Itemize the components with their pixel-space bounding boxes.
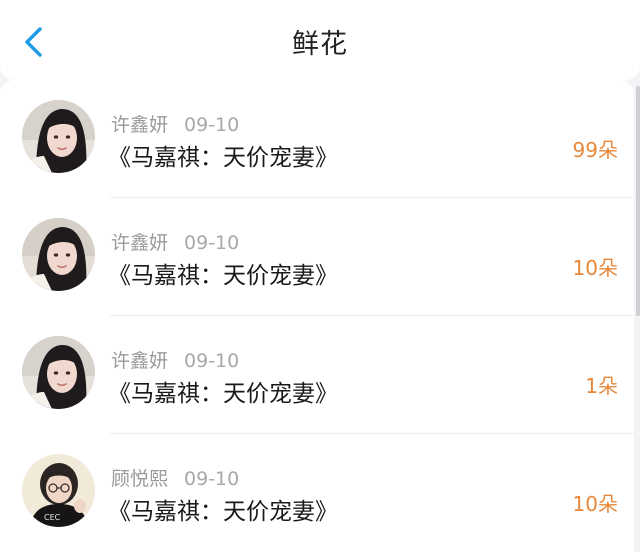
avatar[interactable] — [22, 218, 95, 291]
avatar[interactable]: CEC — [22, 454, 95, 527]
flower-count: 10朵 — [572, 256, 618, 280]
book-title: 《马嘉祺：天价宠妻》 — [108, 381, 338, 407]
list-item[interactable]: 许鑫妍 09-10 《马嘉祺：天价宠妻》 99朵 — [0, 80, 634, 198]
date: 09-10 — [184, 232, 240, 254]
page-title: 鲜花 — [292, 29, 348, 60]
scrollbar[interactable] — [636, 86, 640, 316]
flower-count: 1朵 — [585, 374, 618, 398]
date: 09-10 — [184, 468, 240, 490]
svg-text:CEC: CEC — [44, 513, 61, 522]
username: 许鑫妍 — [111, 232, 169, 254]
meta-line: 顾悦熙 09-10 — [111, 464, 239, 491]
avatar[interactable] — [22, 100, 95, 173]
flower-count: 99朵 — [572, 138, 618, 162]
list-item[interactable]: 许鑫妍 09-10 《马嘉祺：天价宠妻》 10朵 — [0, 198, 634, 316]
book-title: 《马嘉祺：天价宠妻》 — [108, 499, 338, 525]
meta-line: 许鑫妍 09-10 — [111, 228, 239, 255]
username: 许鑫妍 — [111, 114, 169, 136]
flower-count: 10朵 — [572, 492, 618, 516]
avatar[interactable] — [22, 336, 95, 409]
username: 顾悦熙 — [111, 468, 169, 490]
meta-line: 许鑫妍 09-10 — [111, 110, 239, 137]
list-item[interactable]: CEC 顾悦熙 09-10 《马嘉祺：天价宠妻》 10朵 — [0, 434, 634, 552]
book-title: 《马嘉祺：天价宠妻》 — [108, 145, 338, 171]
book-title: 《马嘉祺：天价宠妻》 — [108, 263, 338, 289]
date: 09-10 — [184, 350, 240, 372]
date: 09-10 — [184, 114, 240, 136]
flower-record-list: 许鑫妍 09-10 《马嘉祺：天价宠妻》 99朵 许鑫妍 09-10 《马嘉祺：… — [0, 80, 634, 552]
flowers-page: 鲜花 许鑫妍 09-10 《马嘉祺：天价宠妻》 99朵 许鑫妍 09-10 《马… — [0, 0, 640, 552]
top-bar: 鲜花 — [0, 0, 640, 80]
username: 许鑫妍 — [111, 350, 169, 372]
list-item[interactable]: 许鑫妍 09-10 《马嘉祺：天价宠妻》 1朵 — [0, 316, 634, 434]
meta-line: 许鑫妍 09-10 — [111, 346, 239, 373]
